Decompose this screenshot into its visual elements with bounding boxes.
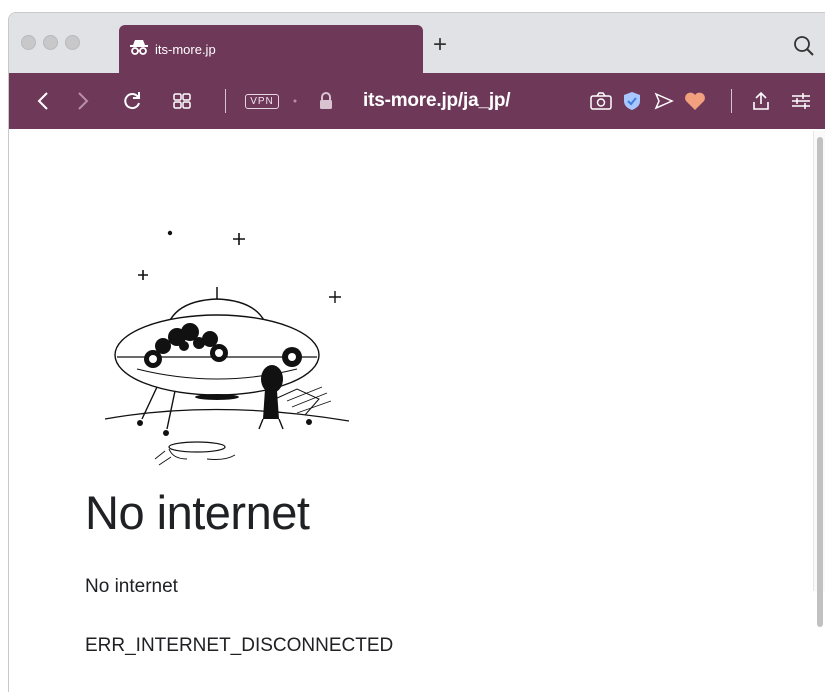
minimize-window-button[interactable] bbox=[43, 35, 58, 50]
page-content: No internet No internet ERR_INTERNET_DIS… bbox=[9, 129, 825, 692]
reload-icon bbox=[122, 91, 142, 111]
share-button[interactable] bbox=[749, 73, 773, 129]
tab-title: its-more.jp bbox=[155, 41, 216, 57]
scrollbar[interactable] bbox=[813, 131, 825, 627]
send-button[interactable] bbox=[653, 73, 675, 129]
tab-search-button[interactable] bbox=[793, 35, 815, 62]
forward-button[interactable] bbox=[73, 73, 93, 129]
back-button[interactable] bbox=[33, 73, 53, 129]
url-text: its-more.jp/ja_jp/ bbox=[363, 90, 511, 111]
settings-button[interactable] bbox=[789, 73, 813, 129]
lock-icon[interactable] bbox=[317, 73, 335, 129]
toolbar-divider bbox=[731, 89, 732, 113]
vpn-button[interactable]: VPN bbox=[241, 73, 283, 129]
toolbar-divider bbox=[225, 89, 226, 113]
speed-dial-button[interactable] bbox=[169, 73, 195, 129]
close-window-button[interactable] bbox=[21, 35, 36, 50]
chevron-left-icon bbox=[37, 91, 49, 111]
tracker-blocker-button[interactable] bbox=[621, 73, 643, 129]
search-icon bbox=[793, 36, 815, 61]
camera-icon bbox=[590, 92, 612, 110]
address-bar[interactable]: its-more.jp/ja_jp/ bbox=[363, 73, 511, 129]
scrollbar-thumb[interactable] bbox=[817, 137, 823, 627]
sliders-icon bbox=[791, 92, 811, 110]
incognito-icon bbox=[129, 38, 149, 61]
error-subtitle: No internet bbox=[85, 576, 178, 597]
send-icon bbox=[654, 92, 674, 110]
heart-icon bbox=[684, 91, 706, 111]
vpn-badge: VPN bbox=[245, 93, 279, 109]
browser-window: its-more.jp + VPN its-more.jp/ja_jp/ No … bbox=[8, 12, 825, 692]
shield-check-icon bbox=[622, 91, 642, 111]
error-code: ERR_INTERNET_DISCONNECTED bbox=[85, 635, 394, 656]
grid-icon bbox=[173, 93, 191, 109]
ufo-illustration bbox=[87, 229, 357, 474]
maximize-window-button[interactable] bbox=[65, 35, 80, 50]
dot-separator bbox=[291, 73, 299, 129]
favorite-button[interactable] bbox=[683, 73, 707, 129]
new-tab-button[interactable]: + bbox=[433, 33, 447, 57]
share-icon bbox=[751, 91, 771, 111]
address-toolbar: VPN its-more.jp/ja_jp/ bbox=[9, 73, 825, 129]
tab-bar: its-more.jp + bbox=[9, 13, 825, 73]
screenshot-button[interactable] bbox=[589, 73, 613, 129]
chevron-right-icon bbox=[77, 91, 89, 111]
tab-active[interactable]: its-more.jp bbox=[119, 25, 423, 73]
reload-button[interactable] bbox=[119, 73, 145, 129]
error-title: No internet bbox=[85, 486, 310, 539]
